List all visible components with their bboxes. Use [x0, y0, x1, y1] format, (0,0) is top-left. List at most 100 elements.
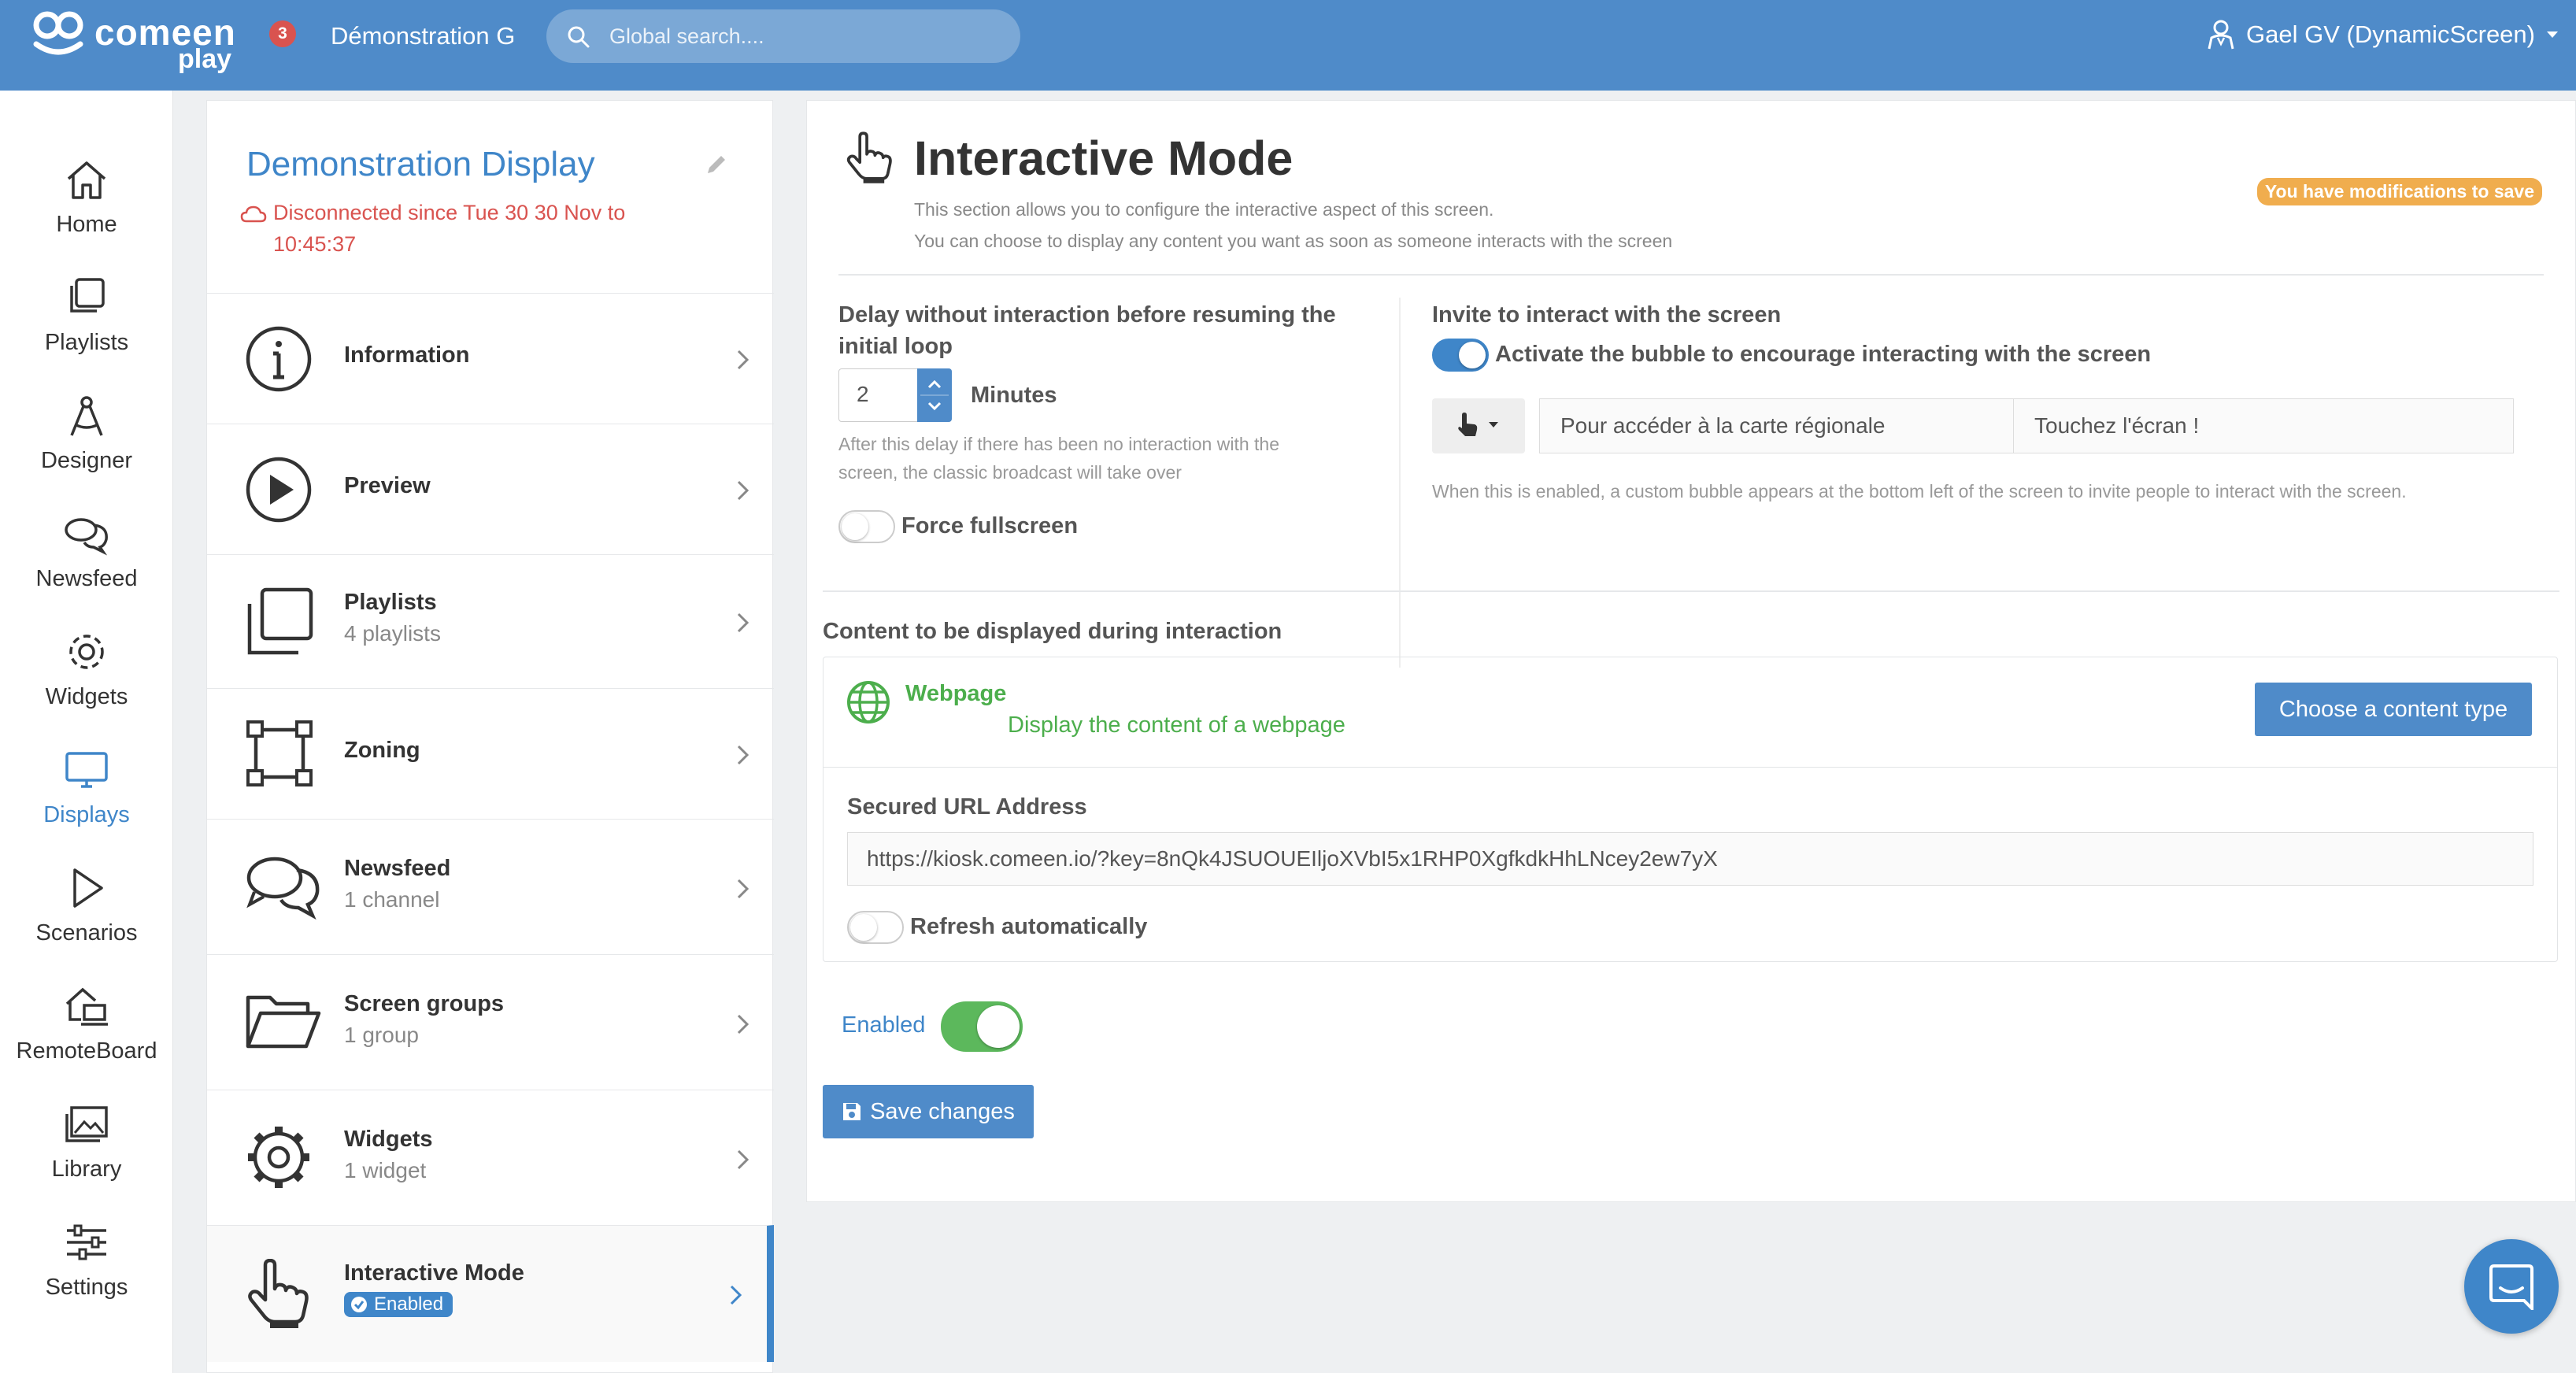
delay-label-line-1: Delay without interaction before resumin…	[838, 302, 1336, 328]
content-type-header: Webpage Display the content of a webpage…	[824, 657, 2557, 768]
comeen-play-logo[interactable]: comeen play	[31, 6, 244, 83]
zoning-icon	[246, 720, 313, 786]
playlists-icon	[70, 278, 105, 313]
floppy-disk-icon	[843, 1103, 861, 1120]
invite-label: Invite to interact with the screen	[1432, 302, 1782, 328]
delay-help-line-2: screen, the classic broadcast will take …	[838, 462, 1182, 483]
folder-open-icon	[246, 995, 321, 1049]
refresh-toggle[interactable]	[847, 911, 904, 944]
top-bar: comeen play 3 Démonstration G Gael GV (D…	[0, 0, 2576, 91]
delay-help: After this delay if there has been no in…	[838, 430, 1279, 487]
cloud-icon	[240, 205, 267, 223]
save-changes-button[interactable]: Save changes	[823, 1085, 1034, 1138]
search-input[interactable]	[609, 9, 1003, 63]
chevron-right-icon	[737, 1149, 749, 1170]
save-button-label: Save changes	[870, 1098, 1015, 1124]
delay-help-line-1: After this delay if there has been no in…	[838, 434, 1279, 454]
pointing-hand-icon	[1458, 413, 1498, 436]
page-title: Interactive Mode	[914, 131, 1294, 185]
bubble-toggle[interactable]	[1432, 339, 1489, 372]
menu-item-widgets[interactable]: Widgets 1 widget	[207, 1090, 774, 1225]
menu-item-preview[interactable]: Preview	[207, 424, 774, 554]
chevron-right-icon	[737, 879, 749, 899]
global-search[interactable]	[546, 9, 1020, 63]
nav-item-remoteboard[interactable]: RemoteBoard	[0, 964, 173, 1082]
nav-label: Library	[51, 1157, 122, 1182]
menu-title: Newsfeed	[344, 856, 451, 881]
content-type-description: Display the content of a webpage	[1008, 712, 1345, 738]
divider	[838, 274, 2544, 276]
nav-item-displays[interactable]: Displays	[0, 728, 173, 846]
delay-value: 2	[857, 382, 869, 406]
nav-item-home[interactable]: Home	[0, 138, 173, 256]
chevron-right-icon	[737, 745, 749, 765]
delay-unit: Minutes	[971, 383, 1057, 408]
newsfeed-icon	[246, 857, 320, 920]
choose-content-type-button[interactable]: Choose a content type	[2255, 683, 2532, 736]
status-line-1: Disconnected since Tue 30 30 Nov to	[273, 201, 626, 224]
menu-title: Zoning	[344, 738, 420, 763]
play-circle-icon	[246, 457, 312, 523]
nav-item-playlists[interactable]: Playlists	[0, 256, 173, 374]
notification-badge[interactable]: 3	[269, 20, 296, 47]
bubble-toggle-label: Activate the bubble to encourage interac…	[1495, 342, 2152, 367]
playlists-icon	[247, 587, 313, 655]
chat-icon	[2489, 1264, 2533, 1310]
pointing-hand-icon	[846, 131, 892, 183]
content-type-title: Webpage	[905, 681, 1007, 706]
nav-item-designer[interactable]: Designer	[0, 374, 173, 492]
url-field[interactable]: https://kiosk.comeen.io/?key=8nQk4JSUOUE…	[847, 832, 2533, 886]
bubble-icon-picker[interactable]	[1432, 398, 1525, 453]
menu-title: Widgets	[344, 1127, 433, 1152]
search-icon	[568, 26, 590, 48]
delay-stepper[interactable]: 2	[838, 368, 952, 422]
chevron-right-icon	[737, 1014, 749, 1034]
content-config-box: Webpage Display the content of a webpage…	[823, 657, 2558, 962]
menu-title: Playlists	[344, 590, 437, 615]
menu-subtitle: 4 playlists	[344, 621, 441, 646]
bubble-text-1[interactable]: Pour accéder à la carte régionale	[1539, 398, 2015, 453]
nav-label: Settings	[45, 1275, 128, 1300]
stepper-buttons[interactable]	[917, 368, 952, 422]
logo-sub: play	[178, 44, 232, 74]
chat-support-button[interactable]	[2464, 1239, 2559, 1334]
chevron-right-icon	[737, 350, 749, 370]
description-line-2: You can choose to display any content yo…	[914, 231, 1673, 251]
force-fullscreen-toggle[interactable]	[838, 510, 895, 543]
menu-subtitle: 1 group	[344, 1023, 419, 1047]
column-divider	[1399, 298, 1401, 668]
caret-down-icon	[2547, 31, 2558, 38]
nav-item-scenarios[interactable]: Scenarios	[0, 846, 173, 964]
newsfeed-icon	[65, 518, 108, 556]
designer-icon	[70, 396, 103, 436]
nav-item-newsfeed[interactable]: Newsfeed	[0, 492, 173, 610]
url-label: Secured URL Address	[847, 794, 1087, 820]
menu-item-zoning[interactable]: Zoning	[207, 688, 774, 819]
pointing-hand-icon	[248, 1259, 309, 1328]
enabled-toggle[interactable]	[941, 1001, 1023, 1052]
home-icon	[67, 161, 106, 199]
nav-item-library[interactable]: Library	[0, 1082, 173, 1201]
remoteboard-icon	[65, 987, 108, 1026]
nav-item-settings[interactable]: Settings	[0, 1201, 173, 1319]
menu-item-interactive-mode[interactable]: Interactive Mode Enabled	[207, 1225, 774, 1362]
workspace-name[interactable]: Démonstration G	[331, 22, 515, 50]
bubble-help: When this is enabled, a custom bubble ap…	[1432, 481, 2407, 501]
nav-label: Displays	[43, 802, 130, 827]
page-description: This section allows you to configure the…	[914, 194, 1672, 257]
nav-item-widgets[interactable]: Widgets	[0, 610, 173, 728]
logo-mark-icon	[33, 11, 83, 55]
description-line-1: This section allows you to configure the…	[914, 199, 1494, 220]
menu-item-information[interactable]: Information	[207, 293, 774, 424]
user-menu[interactable]: Gael GV (DynamicScreen)	[2207, 19, 2559, 50]
display-title: Demonstration Display	[246, 145, 595, 183]
globe-icon	[847, 681, 890, 724]
pencil-icon[interactable]	[705, 153, 728, 176]
nav-label: Playlists	[44, 330, 129, 355]
bubble-text-2[interactable]: Touchez l'écran !	[2013, 398, 2514, 453]
menu-item-playlists[interactable]: Playlists 4 playlists	[207, 554, 774, 688]
menu-subtitle: 1 channel	[344, 887, 440, 912]
menu-item-screen-groups[interactable]: Screen groups 1 group	[207, 954, 774, 1090]
menu-item-newsfeed[interactable]: Newsfeed 1 channel	[207, 819, 774, 954]
widgets-icon	[69, 635, 104, 669]
